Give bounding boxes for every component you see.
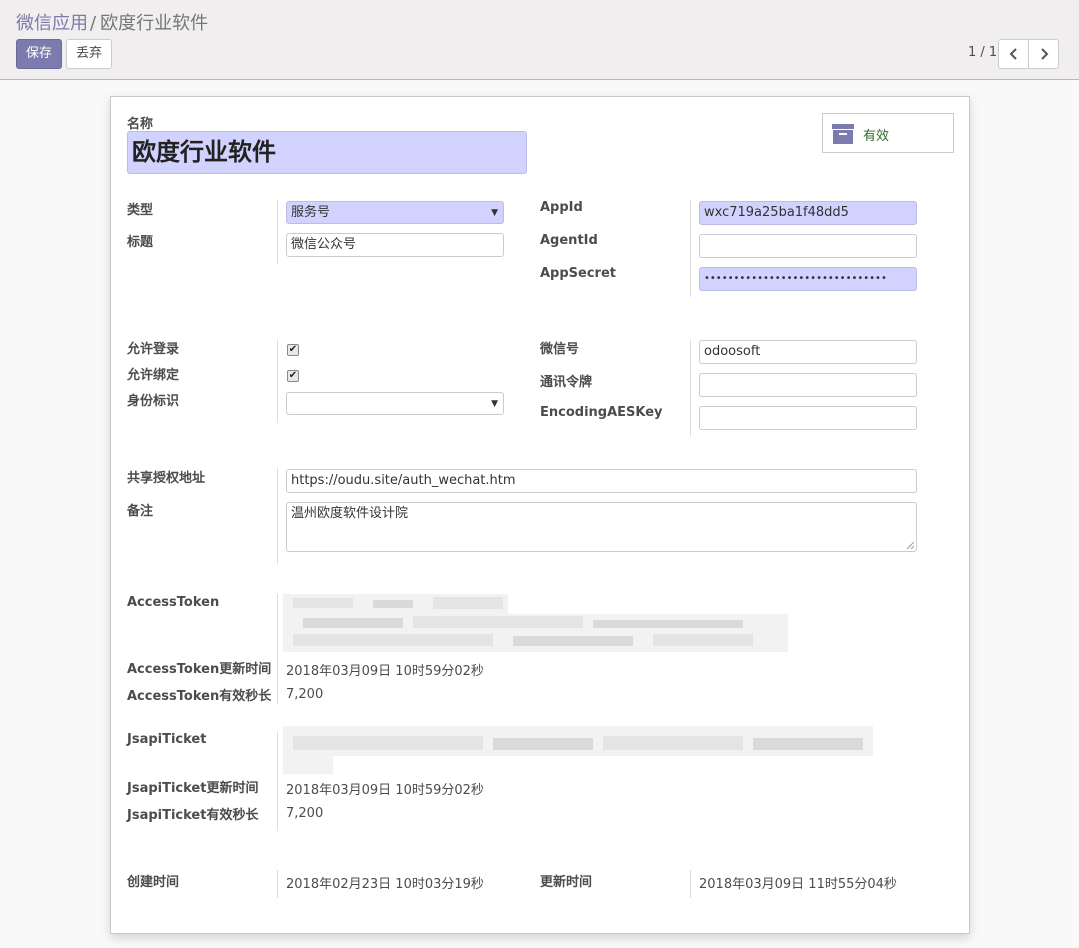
chevron-left-icon <box>1009 48 1017 60</box>
jsapi-ticket-updated-value: 2018年03月09日 10时59分02秒 <box>286 783 484 798</box>
jsapi-ticket-updated-label: JsapiTicket更新时间 <box>127 781 259 796</box>
resize-handle-icon[interactable] <box>906 541 914 549</box>
appid-field[interactable]: wxc719a25ba1f48dd5 <box>699 201 917 225</box>
appsecret-field[interactable]: ••••••••••••••••••••••••••••••• <box>699 267 917 291</box>
name-label: 名称 <box>127 117 154 132</box>
name-field[interactable]: 欧度行业软件 <box>127 131 527 174</box>
breadcrumb-parent-link[interactable]: 微信应用 <box>16 13 88 34</box>
share-url-label: 共享授权地址 <box>127 471 206 486</box>
note-text: 温州欧度软件设计院 <box>291 506 409 521</box>
pager-previous-button[interactable] <box>998 39 1029 69</box>
group-divider <box>277 870 278 898</box>
jsapi-ticket-label: JsapiTicket <box>127 732 207 747</box>
pager-value[interactable]: 1 / 1 <box>968 45 997 60</box>
control-panel: 微信应用 / 欧度行业软件 保存 丢弃 1 / 1 <box>0 0 1079 80</box>
modified-value: 2018年03月09日 11时55分04秒 <box>699 877 897 892</box>
aeskey-field[interactable] <box>699 406 917 430</box>
agentid-field[interactable] <box>699 234 917 258</box>
archive-icon <box>832 124 854 144</box>
share-url-field[interactable]: https://oudu.site/auth_wechat.htm <box>286 469 917 493</box>
allow-login-checkbox[interactable]: ✔ <box>287 344 299 356</box>
access-token-expires-label: AccessToken有效秒长 <box>127 689 272 704</box>
breadcrumb: 微信应用 / 欧度行业软件 <box>16 9 208 35</box>
save-button[interactable]: 保存 <box>16 39 62 69</box>
title-label: 标题 <box>127 235 154 250</box>
jsapi-ticket-expires-value: 7,200 <box>286 806 324 821</box>
appsecret-label: AppSecret <box>540 266 617 281</box>
breadcrumb-separator: / <box>90 13 97 34</box>
access-token-updated-label: AccessToken更新时间 <box>127 662 272 677</box>
wechat-id-label: 微信号 <box>540 342 580 357</box>
active-toggle-button[interactable]: 有效 <box>822 113 954 153</box>
agentid-label: AgentId <box>540 233 598 248</box>
aeskey-label: EncodingAESKey <box>540 405 663 420</box>
type-label: 类型 <box>127 203 154 218</box>
group-divider <box>277 731 278 831</box>
identity-select[interactable]: ▼ <box>286 392 504 415</box>
group-divider <box>277 594 278 704</box>
title-field[interactable]: 微信公众号 <box>286 233 504 257</box>
access-token-value-redacted <box>283 594 788 652</box>
token-label: 通讯令牌 <box>540 375 593 390</box>
allow-bind-label: 允许绑定 <box>127 368 180 383</box>
appid-label: AppId <box>540 200 583 215</box>
access-token-label: AccessToken <box>127 595 220 610</box>
type-select[interactable]: 服务号 ▼ <box>286 201 504 224</box>
allow-bind-checkbox[interactable]: ✔ <box>287 370 299 382</box>
wechat-id-field[interactable]: odoosoft <box>699 340 917 364</box>
jsapi-ticket-expires-label: JsapiTicket有效秒长 <box>127 808 259 823</box>
form-sheet: 有效 名称 欧度行业软件 类型 标题 服务号 ▼ 微信公众号 AppId Age… <box>110 96 970 934</box>
note-label: 备注 <box>127 504 154 519</box>
group-divider <box>690 200 691 297</box>
access-token-updated-value: 2018年03月09日 10时59分02秒 <box>286 664 484 679</box>
discard-button[interactable]: 丢弃 <box>66 39 112 69</box>
jsapi-ticket-value-redacted <box>283 726 873 776</box>
created-value: 2018年02月23日 10时03分19秒 <box>286 877 484 892</box>
group-divider <box>690 870 691 898</box>
note-textarea[interactable]: 温州欧度软件设计院 <box>286 502 917 552</box>
allow-login-label: 允许登录 <box>127 342 180 357</box>
identity-label: 身份标识 <box>127 394 180 409</box>
group-divider <box>277 468 278 564</box>
breadcrumb-current: 欧度行业软件 <box>100 13 209 34</box>
group-divider <box>277 200 278 264</box>
chevron-down-icon: ▼ <box>491 399 498 409</box>
type-select-value: 服务号 <box>291 205 331 220</box>
group-divider <box>277 339 278 423</box>
access-token-expires-value: 7,200 <box>286 687 324 702</box>
group-divider <box>690 339 691 437</box>
pager-next-button[interactable] <box>1028 39 1059 69</box>
modified-label: 更新时间 <box>540 875 593 890</box>
created-label: 创建时间 <box>127 875 180 890</box>
chevron-down-icon: ▼ <box>491 208 498 218</box>
token-field[interactable] <box>699 373 917 397</box>
active-status-label: 有效 <box>863 129 890 144</box>
chevron-right-icon <box>1041 48 1049 60</box>
